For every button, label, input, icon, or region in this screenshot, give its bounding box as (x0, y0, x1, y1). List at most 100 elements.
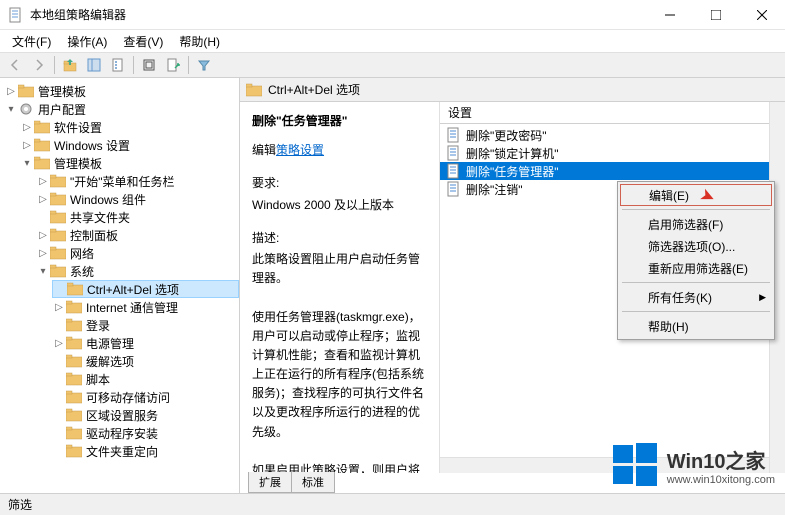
tree-item-control-panel[interactable]: ▷控制面板 (36, 226, 239, 244)
folder-icon (50, 174, 66, 188)
tree-label: 软件设置 (54, 119, 102, 136)
up-button[interactable] (59, 54, 81, 76)
tree-item-ctrl-alt-del[interactable]: ▷Ctrl+Alt+Del 选项 (52, 280, 239, 298)
folder-icon (66, 408, 82, 422)
tree-label: 网络 (70, 245, 94, 262)
tree-item-internet-comm[interactable]: ▷Internet 通信管理 (52, 298, 239, 316)
edit-prefix: 编辑 (252, 143, 276, 157)
cm-label: 编辑(E) (649, 187, 689, 204)
description-text: 此策略设置阻止用户启动任务管理器。 使用任务管理器(taskmgr.exe)，用… (252, 250, 427, 473)
tab-standard[interactable]: 标准 (291, 472, 335, 493)
tree-item-windows-settings[interactable]: ▷Windows 设置 (20, 136, 239, 154)
folder-icon (66, 444, 82, 458)
toolbar (0, 52, 785, 78)
folder-icon (50, 228, 66, 242)
close-button[interactable] (739, 0, 785, 30)
toolbar-separator (133, 56, 134, 74)
policy-row-task-manager[interactable]: 删除"任务管理器" (440, 162, 785, 180)
tree-pane[interactable]: ▷管理模板 ▾用户配置 ▷软件设置 ▷Windows 设置 ▾管理模板 ▷"开始… (0, 78, 240, 493)
status-bar: 筛选 (0, 493, 785, 515)
cm-label: 重新应用筛选器(E) (648, 260, 748, 277)
folder-icon (50, 192, 66, 206)
tree-label: 缓解选项 (86, 353, 134, 370)
tree-item-network[interactable]: ▷网络 (36, 244, 239, 262)
folder-icon (34, 138, 50, 152)
nav-forward-button[interactable] (28, 54, 50, 76)
description-label: 描述: (252, 229, 427, 248)
desc-para: 此策略设置阻止用户启动任务管理器。 (252, 250, 427, 288)
context-menu-reapply-filter[interactable]: 重新应用筛选器(E) (620, 257, 772, 279)
menu-file[interactable]: 文件(F) (4, 31, 59, 52)
tree-label: Windows 组件 (70, 191, 146, 208)
tree-item-locale-services[interactable]: ▷区域设置服务 (52, 406, 239, 424)
filter-button[interactable] (193, 54, 215, 76)
chevron-right-icon: ▶ (759, 292, 766, 303)
folder-icon (50, 264, 66, 278)
folder-icon (66, 318, 82, 332)
toolbar-separator (54, 56, 55, 74)
tree-item-removable-storage[interactable]: ▷可移动存储访问 (52, 388, 239, 406)
context-menu-all-tasks[interactable]: 所有任务(K)▶ (620, 286, 772, 308)
folder-icon (66, 300, 82, 314)
properties-button[interactable] (107, 54, 129, 76)
tree-item-folder-redirect[interactable]: ▷文件夹重定向 (52, 442, 239, 460)
policy-icon (446, 163, 462, 179)
tree-label: 可移动存储访问 (86, 389, 170, 406)
folder-icon (66, 372, 82, 386)
window-title: 本地组策略编辑器 (30, 6, 647, 23)
tree-label: 控制面板 (70, 227, 118, 244)
menu-help[interactable]: 帮助(H) (171, 31, 228, 52)
maximize-button[interactable] (693, 0, 739, 30)
policy-row-lock-computer[interactable]: 删除"锁定计算机" (440, 144, 785, 162)
title-bar: 本地组策略编辑器 (0, 0, 785, 30)
app-icon (8, 7, 24, 23)
tree-item-shared-folders[interactable]: ▷共享文件夹 (36, 208, 239, 226)
folder-icon (34, 156, 50, 170)
edit-policy-link[interactable]: 策略设置 (276, 143, 324, 157)
menu-action[interactable]: 操作(A) (59, 31, 115, 52)
tree-item-software-settings[interactable]: ▷软件设置 (20, 118, 239, 136)
tree-item-windows-components[interactable]: ▷Windows 组件 (36, 190, 239, 208)
cm-label: 帮助(H) (648, 318, 689, 335)
refresh-button[interactable] (138, 54, 160, 76)
windows-logo-icon (611, 441, 659, 489)
folder-icon (66, 336, 82, 350)
requirement-label: 要求: (252, 174, 427, 193)
context-menu-enable-filter[interactable]: 启用筛选器(F) (620, 213, 772, 235)
tree-label: 共享文件夹 (70, 209, 130, 226)
tree-item-mitigation[interactable]: ▷缓解选项 (52, 352, 239, 370)
tree-item-power-mgmt[interactable]: ▷电源管理 (52, 334, 239, 352)
tree-item-driver-install[interactable]: ▷驱动程序安装 (52, 424, 239, 442)
watermark-title: Win10之家 (667, 445, 775, 474)
policy-label: 删除"锁定计算机" (466, 145, 559, 162)
cm-label: 筛选器选项(O)... (648, 238, 735, 255)
desc-para: 使用任务管理器(taskmgr.exe)，用户可以启动或停止程序；监视计算机性能… (252, 308, 427, 442)
tree-label: 管理模板 (38, 83, 86, 100)
tab-extended[interactable]: 扩展 (248, 472, 292, 493)
tree-item-start-menu[interactable]: ▷"开始"菜单和任务栏 (36, 172, 239, 190)
minimize-button[interactable] (647, 0, 693, 30)
tree-label: 脚本 (86, 371, 110, 388)
tree-label: 驱动程序安装 (86, 425, 158, 442)
policy-label: 删除"任务管理器" (466, 163, 559, 180)
nav-back-button[interactable] (4, 54, 26, 76)
policy-label: 删除"注销" (466, 181, 523, 198)
context-menu-filter-options[interactable]: 筛选器选项(O)... (620, 235, 772, 257)
show-hide-tree-button[interactable] (83, 54, 105, 76)
menu-view[interactable]: 查看(V) (115, 31, 171, 52)
tree-item-user-config[interactable]: ▾用户配置 (4, 100, 239, 118)
window-controls (647, 0, 785, 30)
context-menu-separator (622, 311, 770, 312)
policy-row-change-password[interactable]: 删除"更改密码" (440, 126, 785, 144)
tree-item-logon[interactable]: ▷登录 (52, 316, 239, 334)
tree-item-admin-templates-root[interactable]: ▷管理模板 (4, 82, 239, 100)
tree-item-system[interactable]: ▾系统 (36, 262, 239, 280)
tree-item-admin-templates[interactable]: ▾管理模板 (20, 154, 239, 172)
detail-tabs: 扩展 标准 (248, 472, 334, 493)
settings-list-header[interactable]: 设置 (440, 102, 785, 124)
export-button[interactable] (162, 54, 184, 76)
context-menu-help[interactable]: 帮助(H) (620, 315, 772, 337)
tree-item-scripts[interactable]: ▷脚本 (52, 370, 239, 388)
toolbar-separator (188, 56, 189, 74)
context-menu: 编辑(E) 启用筛选器(F) 筛选器选项(O)... 重新应用筛选器(E) 所有… (617, 181, 775, 340)
